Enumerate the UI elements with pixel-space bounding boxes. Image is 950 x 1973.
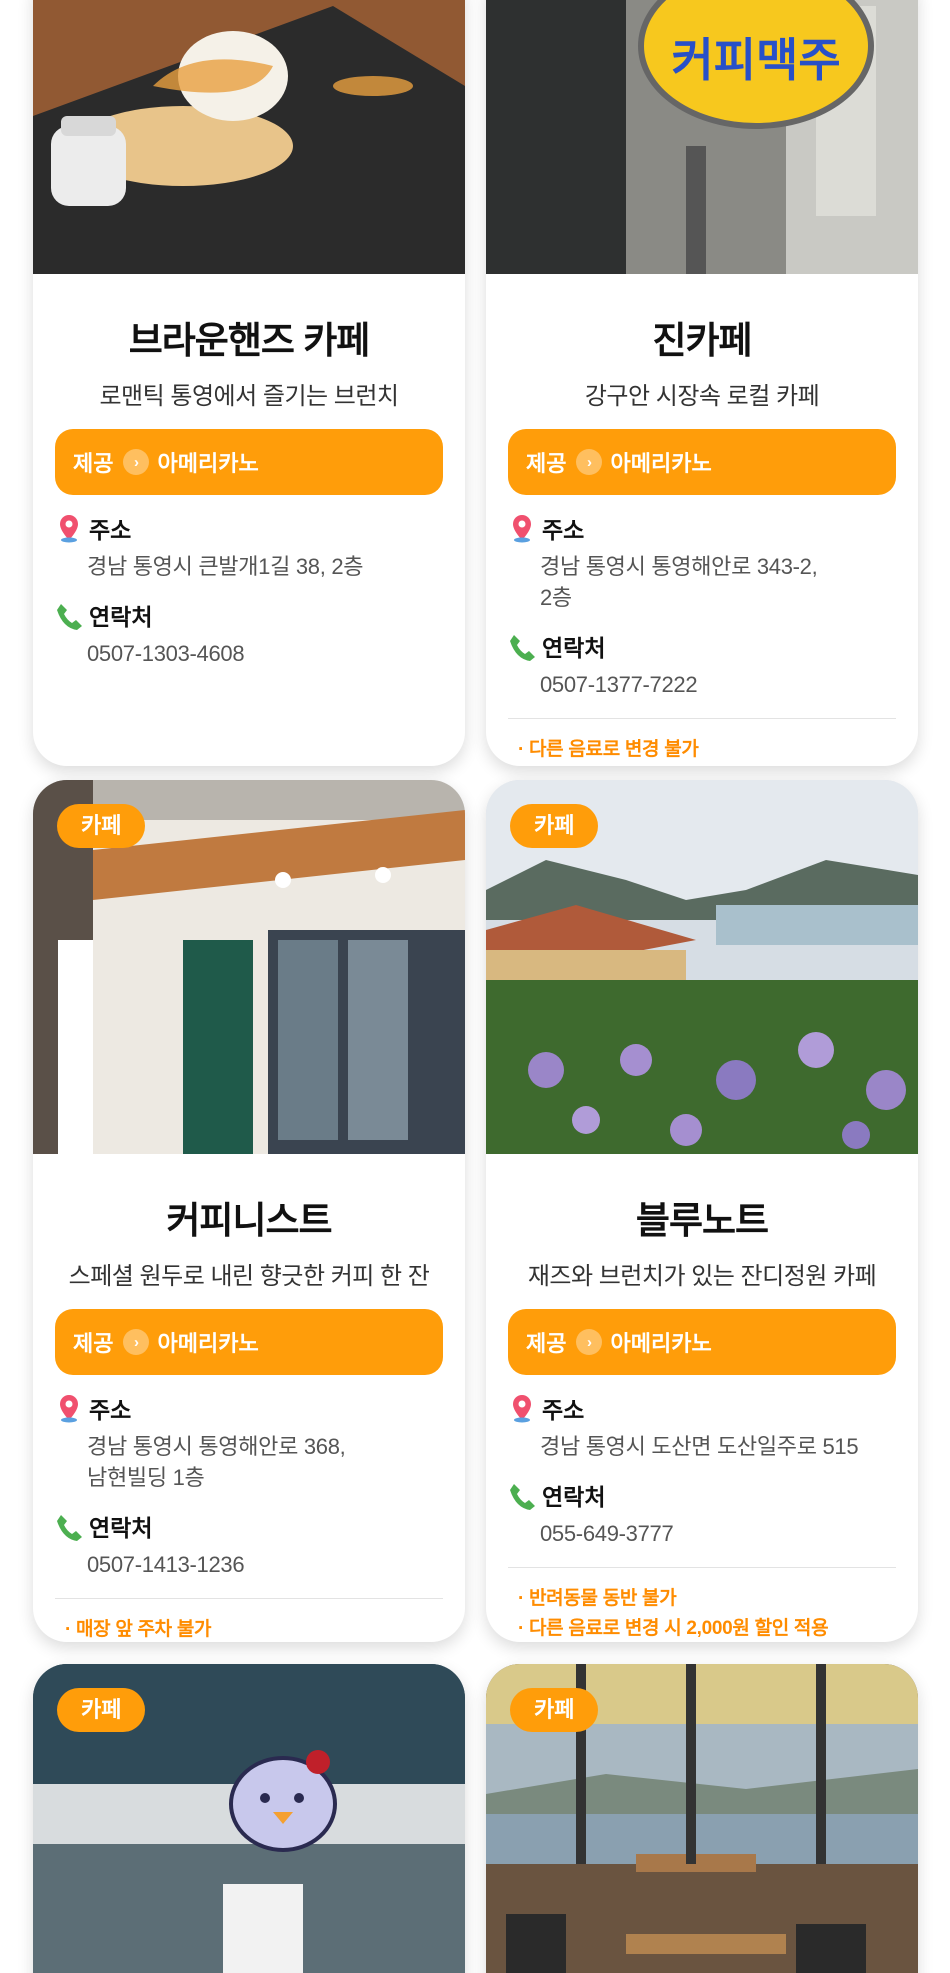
cafe-title: 브라운핸즈 카페	[128, 320, 371, 361]
phone-icon	[508, 631, 536, 661]
phone-label: 연락처	[89, 1515, 153, 1541]
cafe-title: 진카페	[652, 320, 752, 361]
phone-block: 연락처 0507-1377-7222	[508, 629, 896, 700]
phone-value[interactable]: 0507-1377-7222	[540, 669, 896, 700]
category-badge: 카페	[510, 1688, 599, 1732]
address-value: 경남 통영시 도산면 도산일주로 515	[540, 1434, 859, 1459]
address-line: 2층	[540, 585, 572, 610]
cafe-title: 커피니스트	[166, 1200, 332, 1241]
cafe-photo: 카페	[486, 780, 918, 1154]
provide-item: 아메리카노	[157, 451, 259, 476]
divider	[508, 718, 896, 719]
cafe-subtitle: 재즈와 브런치가 있는 잔디정원 카페	[527, 1263, 877, 1290]
cafe-card[interactable]: 카페	[33, 1664, 465, 1973]
address-value: 경남 통영시 통영해안로 343-2, 2층	[540, 551, 896, 613]
chevron-right-circle-icon: ›	[123, 1329, 150, 1355]
category-badge: 카페	[57, 1688, 146, 1732]
phone-icon	[55, 600, 83, 630]
map-pin-icon	[508, 513, 536, 543]
chevron-right-circle-icon: ›	[576, 449, 603, 475]
address-line: 남현빌딩 1층	[87, 1465, 205, 1490]
provide-item: 아메리카노	[610, 1331, 712, 1356]
cafe-title: 블루노트	[635, 1200, 769, 1241]
chevron-right-circle-icon: ›	[123, 449, 150, 475]
cafe-card-jin[interactable]: 커피맥주 진카페 강구안 시장속 로컬 카페 제공 › 아메리카노 주소 경남 …	[486, 0, 918, 766]
provide-label: 제공	[526, 451, 567, 476]
cafe-card-bluenote[interactable]: 카페 블루노트 재즈와 브런치가 있는 잔디정원 카페 제공 › 아메리카노 주…	[486, 780, 918, 1642]
divider	[55, 1598, 443, 1599]
chevron-right-circle-icon: ›	[576, 1329, 603, 1355]
map-pin-icon	[55, 513, 83, 543]
provide-bar: 제공 › 아메리카노	[508, 1309, 896, 1375]
cafe-photo: 카페	[33, 1664, 465, 1973]
notes: · 다른 음료로 변경 불가	[508, 735, 896, 765]
cafe-photo: 커피맥주	[486, 0, 918, 274]
cafe-photo	[33, 0, 465, 274]
provide-bar: 제공 › 아메리카노	[508, 429, 896, 495]
address-label: 주소	[89, 517, 132, 543]
address-block: 주소 경남 통영시 도산면 도산일주로 515	[508, 1391, 896, 1462]
cafe-card-brownhands[interactable]: 브라운핸즈 카페 로맨틱 통영에서 즐기는 브런치 제공 › 아메리카노 주소 …	[33, 0, 465, 766]
address-block: 주소 경남 통영시 통영해안로 343-2, 2층	[508, 511, 896, 613]
provide-item: 아메리카노	[157, 1331, 259, 1356]
phone-label: 연락처	[542, 635, 606, 661]
category-badge: 카페	[57, 804, 146, 848]
cafe-card[interactable]: 카페	[486, 1664, 918, 1973]
note-item: · 반려동물 동반 불가	[518, 1588, 677, 1609]
cafe-subtitle: 강구안 시장속 로컬 카페	[584, 383, 820, 410]
phone-value[interactable]: 0507-1413-1236	[87, 1549, 443, 1580]
address-block: 주소 경남 통영시 큰발개1길 38, 2층	[55, 511, 443, 582]
phone-label: 연락처	[542, 1484, 606, 1510]
notes: · 매장 앞 주차 불가	[55, 1615, 443, 1642]
phone-value[interactable]: 0507-1303-4608	[87, 638, 443, 669]
cafe-subtitle: 스페셜 원두로 내린 향긋한 커피 한 잔	[68, 1263, 430, 1290]
phone-icon	[55, 1511, 83, 1541]
phone-label: 연락처	[89, 604, 153, 630]
notes: · 반려동물 동반 불가 · 다른 음료로 변경 시 2,000원 할인 적용	[508, 1584, 896, 1642]
address-label: 주소	[89, 1397, 132, 1423]
cafe-subtitle: 로맨틱 통영에서 즐기는 브런치	[99, 383, 399, 410]
address-value: 경남 통영시 큰발개1길 38, 2층	[87, 554, 364, 579]
address-label: 주소	[542, 517, 585, 543]
phone-icon	[508, 1480, 536, 1510]
cafe-photo: 카페	[33, 780, 465, 1154]
map-pin-icon	[55, 1393, 83, 1423]
address-value: 경남 통영시 통영해안로 368, 남현빌딩 1층	[87, 1431, 443, 1493]
provide-label: 제공	[526, 1331, 567, 1356]
note-item: · 다른 음료로 변경 불가	[518, 739, 699, 760]
phone-block: 연락처 0507-1413-1236	[55, 1509, 443, 1580]
divider	[508, 1567, 896, 1568]
phone-value[interactable]: 055-649-3777	[540, 1518, 896, 1549]
cafe-card-coffeenist[interactable]: 카페 커피니스트 스페셜 원두로 내린 향긋한 커피 한 잔 제공 › 아메리카…	[33, 780, 465, 1642]
map-pin-icon	[508, 1393, 536, 1423]
provide-item: 아메리카노	[610, 451, 712, 476]
provide-label: 제공	[73, 1331, 114, 1356]
address-line: 경남 통영시 통영해안로 368,	[87, 1434, 346, 1459]
phone-block: 연락처 055-649-3777	[508, 1478, 896, 1549]
category-badge: 카페	[510, 804, 599, 848]
provide-bar: 제공 › 아메리카노	[55, 1309, 443, 1375]
phone-block: 연락처 0507-1303-4608	[55, 598, 443, 669]
address-line: 경남 통영시 통영해안로 343-2,	[540, 554, 818, 579]
sign-text: 커피맥주	[671, 33, 840, 87]
provide-label: 제공	[73, 451, 114, 476]
cafe-photo: 카페	[486, 1664, 918, 1973]
note-item: · 다른 음료로 변경 시 2,000원 할인 적용	[518, 1618, 829, 1639]
note-item: · 매장 앞 주차 불가	[65, 1619, 212, 1640]
address-label: 주소	[542, 1397, 585, 1423]
provide-bar: 제공 › 아메리카노	[55, 429, 443, 495]
address-block: 주소 경남 통영시 통영해안로 368, 남현빌딩 1층	[55, 1391, 443, 1493]
